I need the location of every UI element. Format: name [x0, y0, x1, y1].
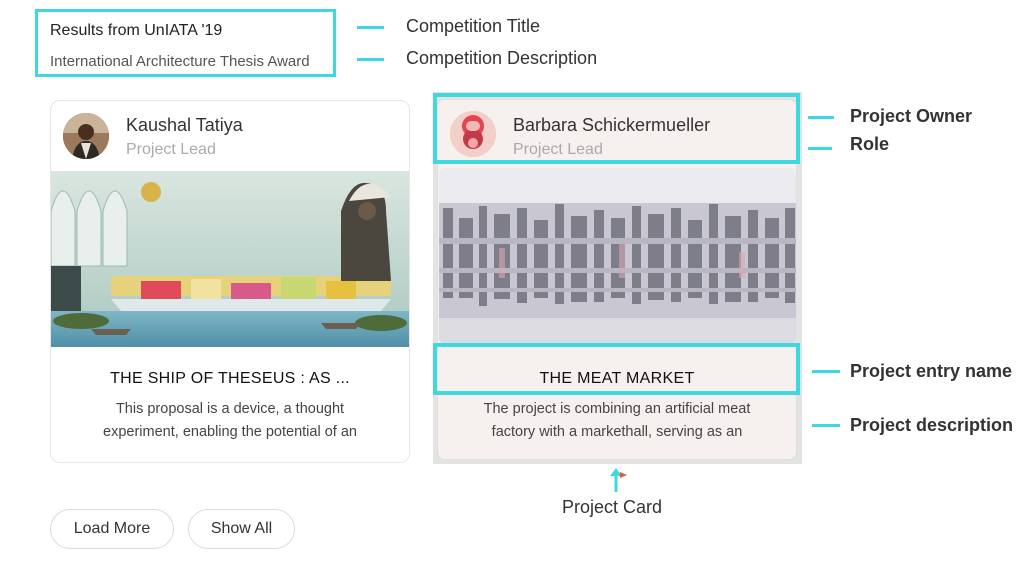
callout-project-card: Project Card	[562, 497, 663, 517]
project-description-line: The project is combining an artificial m…	[483, 401, 751, 417]
load-more-button[interactable]: Load More	[50, 509, 174, 549]
callout-line	[812, 370, 840, 373]
callout-project-description: Project description	[850, 415, 1014, 435]
callout-line	[357, 26, 384, 29]
callout-line	[812, 424, 840, 427]
project-owner-annotation-box	[433, 93, 800, 164]
callout-line	[357, 58, 384, 61]
callout-competition-title: Competition Title	[406, 16, 541, 36]
up-arrow-icon	[607, 466, 629, 494]
callout-role: Role	[850, 134, 890, 154]
owner-avatar[interactable]	[63, 113, 109, 159]
project-description-line: experiment, enabling the potential of an	[103, 424, 357, 440]
owner-role: Project Lead	[126, 141, 216, 158]
project-thumbnail[interactable]	[51, 171, 409, 347]
callout-project-owner: Project Owner	[850, 106, 973, 126]
show-all-button[interactable]: Show All	[188, 509, 295, 549]
project-thumbnail[interactable]	[439, 168, 796, 344]
competition-title: Results from UnIATA '19	[50, 22, 223, 39]
project-description-line: This proposal is a device, a thought	[115, 401, 345, 417]
callout-project-entry-name: Project entry name	[850, 361, 1013, 381]
owner-name[interactable]: Kaushal Tatiya	[126, 115, 243, 136]
callout-competition-description: Competition Description	[406, 48, 598, 68]
competition-description: International Architecture Thesis Award	[50, 53, 310, 70]
project-title[interactable]: THE SHIP OF THESEUS : AS ...	[51, 370, 409, 388]
callout-line	[808, 116, 834, 119]
project-description-line: factory with a markethall, serving as an	[491, 424, 743, 440]
callout-line	[808, 147, 832, 150]
project-entry-annotation-box	[433, 343, 800, 395]
